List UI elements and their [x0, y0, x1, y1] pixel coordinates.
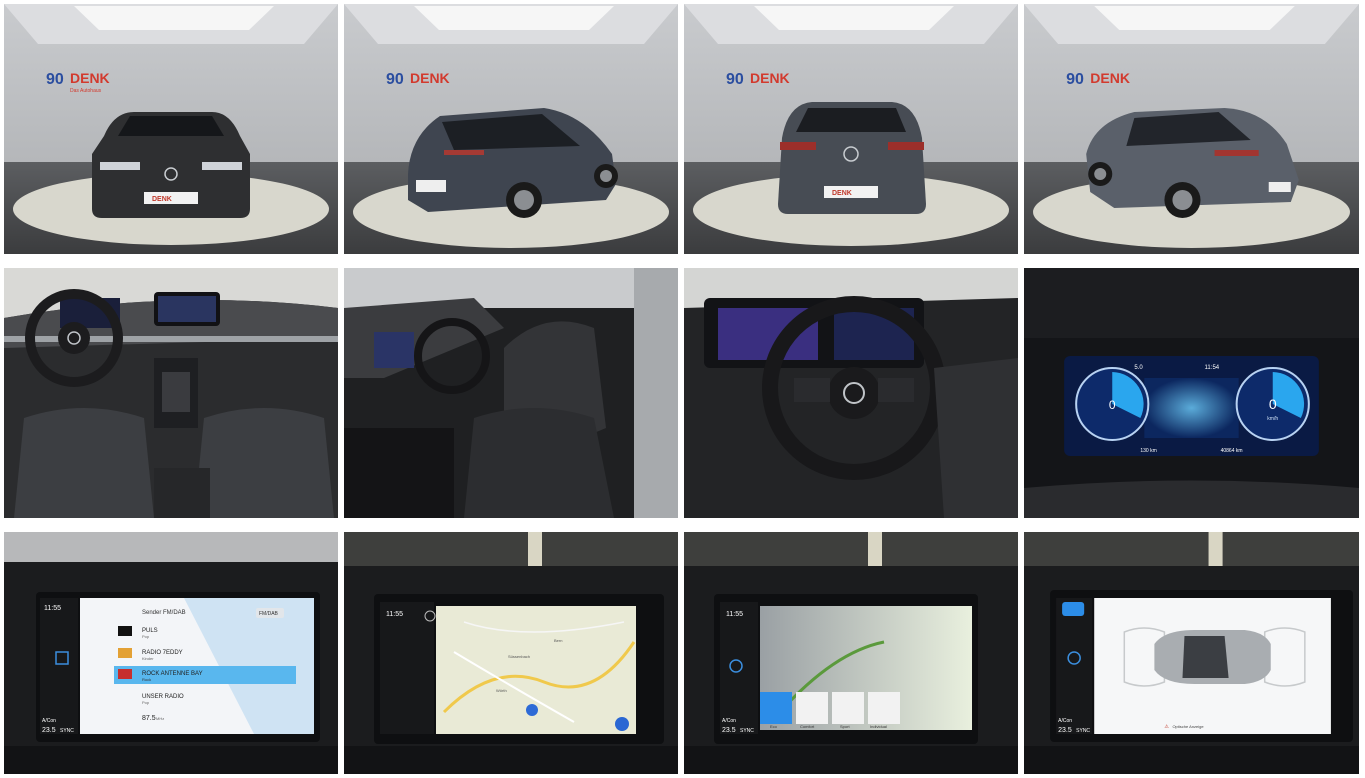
band-button-label: FM/DAB [259, 611, 279, 617]
station-2-genre: Kinder [142, 656, 154, 661]
photo-navigation-screen[interactable]: Bern Süssenbach Wörth 11:55 [344, 532, 678, 774]
navigation-arrow-icon[interactable] [615, 717, 629, 731]
warning-icon: ⚠ [1164, 724, 1169, 730]
sync-label[interactable]: SYNC [60, 728, 74, 734]
dealer-logo-number: 90 [386, 71, 404, 88]
dealer-logo-name: DENK [70, 70, 110, 86]
climate-label: A/Con [1058, 718, 1072, 724]
plate-text: DENK [152, 196, 172, 203]
photo-exterior-rear-left[interactable]: 90 DENK [344, 4, 678, 254]
photo-exterior-rear-right[interactable]: 90 DENK [1024, 4, 1359, 254]
dealer-logo-name: DENK [410, 70, 450, 86]
mode-button-comfort[interactable] [796, 692, 828, 724]
mode-label-eco: Eco [770, 724, 778, 729]
cockpit-clock: 11:54 [1205, 365, 1220, 371]
drive-clock: 11:55 [726, 611, 743, 618]
right-gauge-value: 0 [1269, 396, 1277, 412]
photo-interior-dashboard[interactable] [4, 268, 338, 518]
photo-park-distance-screen[interactable]: A/Con 23.5 SYNC ⚠ Optische Anzeige [1024, 532, 1359, 774]
climate-label: A/Con [42, 718, 56, 724]
position-marker-icon [526, 704, 538, 716]
sync-label[interactable]: SYNC [1076, 728, 1090, 734]
park-warning-text: Optische Anzeige [1172, 724, 1204, 729]
temperature[interactable]: 23.5 [42, 727, 56, 734]
place-label-3: Wörth [496, 688, 507, 693]
photo-drive-mode-screen[interactable]: 11:55 A/Con 23.5 SYNC Eco Comfort Sport … [684, 532, 1018, 774]
station-1-genre: Pop [142, 634, 150, 639]
station-5-genre: MHz [156, 716, 164, 721]
photo-interior-steering-wheel[interactable] [684, 268, 1018, 518]
photo-exterior-rear[interactable]: 90 DENK DENK [684, 4, 1018, 254]
dealer-logo-number: 90 [1066, 70, 1084, 88]
mode-button-eco[interactable] [760, 692, 792, 724]
mode-button-sport[interactable] [832, 692, 864, 724]
photo-gallery: 90 DENK Das Autohaus DENK 90 DENK 90 DEN… [4, 4, 1359, 774]
photo-radio-screen[interactable]: 11:55 A/Con 23.5 SYNC Sender FM/DAB FM/D… [4, 532, 338, 774]
dealer-logo-name: DENK [750, 70, 790, 86]
temperature[interactable]: 23.5 [722, 727, 736, 734]
sync-label[interactable]: SYNC [740, 728, 754, 734]
radio-clock: 11:55 [44, 605, 61, 612]
station-3-logo [118, 669, 132, 679]
mode-button-individual[interactable] [868, 692, 900, 724]
radio-header: Sender FM/DAB [142, 610, 186, 616]
dealer-logo-number: 90 [46, 71, 64, 88]
place-label-2: Süssenbach [508, 654, 530, 659]
park-assist-button[interactable] [1062, 602, 1085, 616]
range-left: 5.0 [1134, 365, 1143, 371]
climate-label: A/Con [722, 718, 736, 724]
plate-text: DENK [832, 190, 852, 197]
station-1-logo [118, 626, 132, 636]
odometer: 40864 km [1221, 448, 1243, 454]
dealer-logo-name: DENK [1090, 70, 1130, 86]
mode-label-sport: Sport [840, 724, 850, 729]
place-label-1: Bern [554, 638, 562, 643]
station-3-genre: Rock [142, 677, 151, 682]
photo-interior-front-seats[interactable] [344, 268, 678, 518]
station-5-name[interactable]: 87.5 [142, 715, 156, 722]
trip-distance: 130 km [1140, 448, 1156, 454]
dealer-logo-number: 90 [726, 71, 744, 88]
left-gauge-value: 0 [1109, 398, 1116, 412]
nav-clock: 11:55 [386, 611, 403, 618]
station-2-logo [118, 648, 132, 658]
right-gauge-unit: km/h [1267, 416, 1278, 422]
dealer-logo-tagline: Das Autohaus [70, 88, 102, 94]
mode-label-comfort: Comfort [800, 724, 815, 729]
photo-exterior-front[interactable]: 90 DENK Das Autohaus DENK [4, 4, 338, 254]
mode-label-individual: Individual [870, 724, 887, 729]
station-4-genre: Pop [142, 700, 150, 705]
photo-digital-cockpit[interactable]: 0 0 km/h 5.0 11:54 130 km 40864 km [1024, 268, 1359, 518]
temperature[interactable]: 23.5 [1058, 727, 1072, 734]
